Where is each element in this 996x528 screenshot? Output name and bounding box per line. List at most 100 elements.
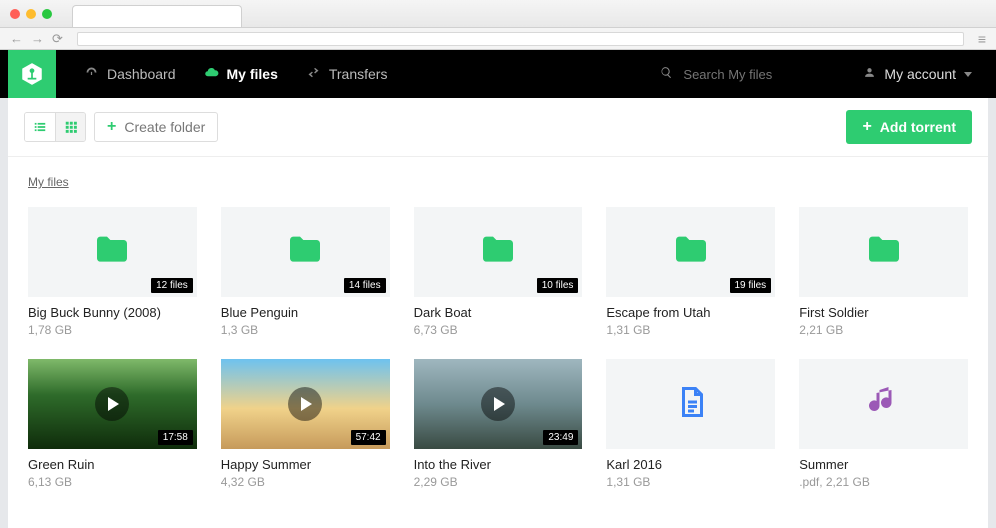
file-tile[interactable]: 57:42 Happy Summer 4,32 GB: [221, 359, 390, 489]
audio-thumbnail: [799, 359, 968, 449]
file-title: Blue Penguin: [221, 305, 390, 320]
folder-icon: [671, 230, 711, 275]
folder-thumbnail: 19 files: [606, 207, 775, 297]
file-title: Summer: [799, 457, 968, 472]
back-icon[interactable]: ←: [10, 31, 23, 46]
folder-icon: [285, 230, 325, 275]
add-torrent-label: Add torrent: [880, 119, 956, 135]
plus-icon: +: [107, 118, 116, 136]
music-icon: [866, 384, 902, 425]
app-logo[interactable]: [8, 50, 56, 98]
grid-view-button[interactable]: [55, 113, 85, 141]
video-thumbnail: 57:42: [221, 359, 390, 449]
file-title: Karl 2016: [606, 457, 775, 472]
file-count-badge: 14 files: [344, 278, 386, 293]
file-size: 2,21 GB: [799, 323, 968, 337]
folder-thumbnail: 12 files: [28, 207, 197, 297]
doc-thumbnail: [606, 359, 775, 449]
browser-toolbar: ← → ⟳ ≡: [0, 28, 996, 50]
content-card: + Create folder + Add torrent My files 1…: [8, 98, 988, 528]
browser-tab[interactable]: [72, 5, 242, 27]
close-window-icon[interactable]: [10, 9, 20, 19]
toolbar: + Create folder + Add torrent: [8, 98, 988, 157]
folder-icon: [92, 230, 132, 275]
file-title: Big Buck Bunny (2008): [28, 305, 197, 320]
file-tile[interactable]: 10 files Dark Boat 6,73 GB: [414, 207, 583, 337]
file-count-badge: 12 files: [151, 278, 193, 293]
window-controls: [10, 9, 52, 19]
document-icon: [673, 384, 709, 425]
file-tile[interactable]: Karl 2016 1,31 GB: [606, 359, 775, 489]
file-size: 1,31 GB: [606, 323, 775, 337]
video-thumbnail: 17:58: [28, 359, 197, 449]
grid-icon: [64, 120, 78, 134]
folder-thumbnail: 14 files: [221, 207, 390, 297]
forward-icon[interactable]: →: [31, 31, 44, 46]
reload-icon[interactable]: ⟳: [52, 31, 63, 47]
app-topnav: Dashboard My files Transfers My account: [0, 50, 996, 98]
file-title: Happy Summer: [221, 457, 390, 472]
folder-icon: [864, 230, 904, 275]
dashboard-icon: [84, 65, 99, 83]
search-input[interactable]: [683, 67, 823, 82]
search-icon: [660, 66, 673, 82]
search-area: [660, 66, 823, 82]
nav-myfiles[interactable]: My files: [204, 65, 278, 83]
file-title: Escape from Utah: [606, 305, 775, 320]
file-tile[interactable]: 17:58Green Ruin6,13 GB: [28, 359, 197, 489]
file-tile[interactable]: Summer .pdf, 2,21 GB: [799, 359, 968, 489]
add-torrent-button[interactable]: + Add torrent: [846, 110, 972, 144]
nav-label: My files: [227, 66, 278, 82]
browser-titlebar: [0, 0, 996, 28]
file-size: 1,3 GB: [221, 323, 390, 337]
file-size: .pdf, 2,21 GB: [799, 475, 968, 489]
plus-icon: +: [862, 118, 871, 136]
file-tile[interactable]: 19 files Escape from Utah 1,31 GB: [606, 207, 775, 337]
play-icon: [288, 387, 322, 421]
file-grid: 12 files Big Buck Bunny (2008) 1,78 GB 14 f…: [8, 199, 988, 509]
file-tile[interactable]: First Soldier 2,21 GB: [799, 207, 968, 337]
user-icon: [863, 66, 876, 82]
nav-label: Dashboard: [107, 66, 176, 82]
menu-icon[interactable]: ≡: [978, 31, 986, 47]
account-menu[interactable]: My account: [863, 66, 972, 82]
file-size: 6,73 GB: [414, 323, 583, 337]
duration-badge: 57:42: [351, 430, 386, 445]
nav-dashboard[interactable]: Dashboard: [84, 65, 176, 83]
file-tile[interactable]: 12 files Big Buck Bunny (2008) 1,78 GB: [28, 207, 197, 337]
account-label: My account: [884, 66, 956, 82]
file-size: 4,32 GB: [221, 475, 390, 489]
duration-badge: 17:58: [158, 430, 193, 445]
folder-thumbnail: [799, 207, 968, 297]
file-size: 1,78 GB: [28, 323, 197, 337]
list-view-button[interactable]: [25, 113, 55, 141]
file-title: Green Ruin: [28, 457, 197, 472]
breadcrumb[interactable]: My files: [8, 157, 988, 199]
duration-badge: 23:49: [543, 430, 578, 445]
file-title: Dark Boat: [414, 305, 583, 320]
file-tile[interactable]: 23:49 Into the River 2,29 GB: [414, 359, 583, 489]
nav-label: Transfers: [329, 66, 388, 82]
file-count-badge: 19 files: [730, 278, 772, 293]
file-size: 1,31 GB: [606, 475, 775, 489]
create-folder-label: Create folder: [124, 119, 205, 135]
file-title: Into the River: [414, 457, 583, 472]
file-size: 2,29 GB: [414, 475, 583, 489]
folder-thumbnail: 10 files: [414, 207, 583, 297]
create-folder-button[interactable]: + Create folder: [94, 112, 218, 142]
list-icon: [33, 120, 47, 134]
chevron-down-icon: [964, 72, 972, 77]
video-thumbnail: 23:49: [414, 359, 583, 449]
nav-transfers[interactable]: Transfers: [306, 65, 388, 83]
folder-icon: [478, 230, 518, 275]
transfers-icon: [306, 65, 321, 83]
minimize-window-icon[interactable]: [26, 9, 36, 19]
play-icon: [481, 387, 515, 421]
cloud-icon: [204, 65, 219, 83]
maximize-window-icon[interactable]: [42, 9, 52, 19]
url-bar[interactable]: [77, 32, 964, 46]
view-toggle: [24, 112, 86, 142]
file-tile[interactable]: 14 files Blue Penguin 1,3 GB: [221, 207, 390, 337]
file-title: First Soldier: [799, 305, 968, 320]
play-icon: [95, 387, 129, 421]
